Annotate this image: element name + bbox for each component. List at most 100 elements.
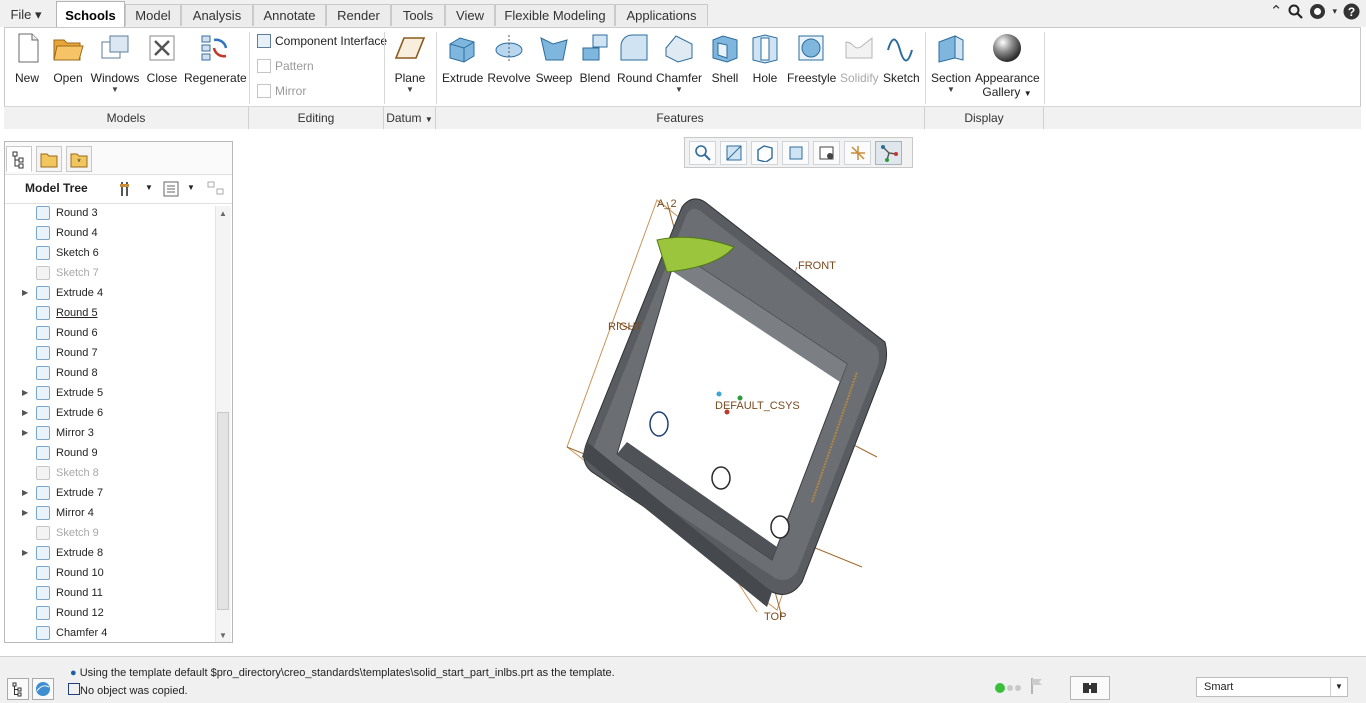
model-tree-item-label: Extrude 5 <box>56 387 104 399</box>
tab-folder-browser[interactable] <box>36 146 62 172</box>
spin-center-button[interactable] <box>875 141 902 165</box>
plane-button[interactable]: Plane ▼ <box>392 32 428 95</box>
appearance-label: Appearance <box>975 71 1040 85</box>
mirror-button[interactable]: Mirror <box>257 84 306 98</box>
model-tree-item[interactable]: Round 8 <box>5 363 215 383</box>
model-tree-item[interactable]: Round 3 <box>5 204 215 223</box>
tab-favorites[interactable]: * <box>66 146 92 172</box>
saved-orientations-button[interactable] <box>782 141 809 165</box>
graphics-area[interactable]: A_2 FRONT RIGHT DEFAULT_CSYS TOP <box>237 172 1361 652</box>
windows-button[interactable]: Windows ▼ <box>90 32 140 95</box>
freestyle-button[interactable]: Freestyle <box>787 32 836 85</box>
tab-tools[interactable]: Tools <box>391 4 445 26</box>
appearance-gallery-button[interactable]: Appearance Gallery ▼ <box>975 32 1040 99</box>
tab-model-tree[interactable] <box>6 146 32 172</box>
toggle-browser-button[interactable] <box>32 678 54 700</box>
sweep-button[interactable]: Sweep <box>535 32 573 85</box>
round-button[interactable]: Round <box>617 32 652 85</box>
model-tree-item[interactable]: ▶ Mirror 4 <box>5 503 215 523</box>
model-tree-item[interactable]: Round 11 <box>5 583 215 603</box>
group-label-datum[interactable]: Datum ▼ <box>384 107 436 129</box>
model-tree-item[interactable]: Round 9 <box>5 443 215 463</box>
help-icon[interactable]: ? <box>1343 3 1360 20</box>
expand-arrow-icon[interactable]: ▶ <box>22 383 28 403</box>
collapse-ribbon-icon[interactable]: ⌃ <box>1270 2 1283 20</box>
blend-button[interactable]: Blend <box>578 32 612 85</box>
new-button[interactable]: New <box>12 32 42 85</box>
tab-flexible-modeling[interactable]: Flexible Modeling <box>495 4 615 26</box>
open-button[interactable]: Open <box>50 32 86 85</box>
chevron-down-icon[interactable]: ▾ <box>1332 6 1337 17</box>
regenerate-button[interactable]: Regenerate <box>184 32 247 85</box>
expand-arrow-icon[interactable]: ▶ <box>22 543 28 563</box>
shell-button[interactable]: Shell <box>708 32 742 85</box>
model-tree-item[interactable]: Sketch 9 <box>5 523 215 543</box>
expand-arrow-icon[interactable]: ▶ <box>22 423 28 443</box>
view-manager-icon <box>819 146 833 160</box>
revolve-button[interactable]: Revolve <box>487 32 531 85</box>
chevron-down-icon[interactable]: ▼ <box>145 183 153 192</box>
tab-annotate[interactable]: Annotate <box>253 4 326 26</box>
zoom-in-button[interactable] <box>720 141 747 165</box>
model-tree-item[interactable]: ▶ Extrude 6 <box>5 403 215 423</box>
model-tree-item[interactable]: ▶ Mirror 3 <box>5 423 215 443</box>
chamfer-button[interactable]: Chamfer ▼ <box>656 32 702 95</box>
model-tree-item[interactable]: Round 10 <box>5 563 215 583</box>
hole-button[interactable]: Hole <box>748 32 782 85</box>
model-tree-item[interactable]: Round 6 <box>5 323 215 343</box>
scrollbar-thumb[interactable] <box>217 412 229 610</box>
model-tree-item[interactable]: ▶ Extrude 8 <box>5 543 215 563</box>
tab-analysis[interactable]: Analysis <box>181 4 253 26</box>
expand-arrow-icon[interactable]: ▶ <box>22 503 28 523</box>
model-tree-item[interactable]: Sketch 6 <box>5 243 215 263</box>
model-tree-item[interactable]: Sketch 7 <box>5 263 215 283</box>
scroll-down-icon[interactable]: ▼ <box>219 631 227 640</box>
refit-button[interactable] <box>689 141 716 165</box>
view-manager-button[interactable] <box>813 141 840 165</box>
model-tree-scrollbar[interactable]: ▲ ▼ <box>215 206 231 642</box>
section-button[interactable]: Section ▼ <box>931 32 971 95</box>
pattern-button[interactable]: Pattern <box>257 59 314 73</box>
tab-file[interactable]: File ▾ <box>4 4 48 26</box>
search-icon[interactable] <box>1288 4 1304 19</box>
tab-view[interactable]: View <box>445 4 495 26</box>
model-tree-item[interactable]: Sketch 8 <box>5 463 215 483</box>
model-tree-item[interactable]: Round 12 <box>5 603 215 623</box>
expand-arrow-icon[interactable]: ▶ <box>22 283 28 303</box>
model-tree-item[interactable]: Round 4 <box>5 223 215 243</box>
zoom-window-icon <box>726 145 741 161</box>
solidify-button[interactable]: Solidify <box>840 32 879 85</box>
model-tree-item[interactable]: Round 5 <box>5 303 215 323</box>
model-tree-item[interactable]: ▶ Extrude 4 <box>5 283 215 303</box>
sketch-button[interactable]: Sketch <box>883 32 920 85</box>
extrude-button[interactable]: Extrude <box>442 32 483 85</box>
model-tree-item[interactable]: Chamfer 4 <box>5 623 215 642</box>
tab-model[interactable]: Model <box>125 4 181 26</box>
display-style-button[interactable] <box>751 141 778 165</box>
feature-icon <box>36 546 50 560</box>
show-options-icon[interactable] <box>162 180 180 198</box>
model-tree-item[interactable]: ▶ Extrude 7 <box>5 483 215 503</box>
community-icon[interactable] <box>1309 3 1326 20</box>
scroll-up-icon[interactable]: ▲ <box>219 209 227 218</box>
find-button[interactable] <box>1070 676 1110 700</box>
model-tree-item[interactable]: Round 7 <box>5 343 215 363</box>
selection-filter-dropdown[interactable]: Smart ▼ <box>1196 677 1348 697</box>
flag-icon[interactable] <box>1030 677 1044 695</box>
tab-render[interactable]: Render <box>326 4 391 26</box>
tree-filter-icon[interactable] <box>206 180 226 198</box>
tab-applications[interactable]: Applications <box>615 4 708 26</box>
tree-settings-icon[interactable] <box>118 180 136 198</box>
toggle-navigator-button[interactable] <box>7 678 29 700</box>
blend-icon <box>582 34 608 61</box>
tab-schools[interactable]: Schools <box>56 1 125 28</box>
component-interface-button[interactable]: Component Interface <box>257 34 387 48</box>
expand-arrow-icon[interactable]: ▶ <box>22 483 28 503</box>
datum-display-filters-button[interactable] <box>844 141 871 165</box>
model-tree-item[interactable]: ▶ Extrude 5 <box>5 383 215 403</box>
chevron-down-icon[interactable]: ▼ <box>187 183 195 192</box>
close-button[interactable]: Close <box>146 32 178 85</box>
revolve-icon <box>495 35 523 62</box>
chevron-down-icon[interactable]: ▼ <box>1330 678 1347 696</box>
expand-arrow-icon[interactable]: ▶ <box>22 403 28 423</box>
